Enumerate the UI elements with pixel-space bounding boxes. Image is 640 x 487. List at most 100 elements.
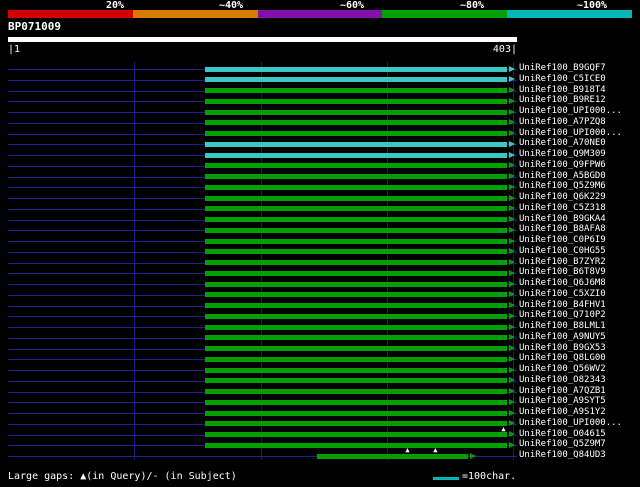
hit-arrow-icon <box>508 76 515 83</box>
hit-arrow-icon <box>508 420 515 427</box>
hit-label[interactable]: UniRef100_A7QZB1 <box>519 386 606 396</box>
hit-label[interactable]: UniRef100_A7PZQ8 <box>519 117 606 127</box>
hit-bar[interactable] <box>205 120 507 126</box>
hit-label[interactable]: UniRef100_B9GX53 <box>519 343 606 353</box>
hit-arrow-icon <box>508 248 515 255</box>
hit-bar[interactable] <box>205 249 507 255</box>
alignment-overview-screen: BP071009 |1 403| ▲ ▲ ▲ UniRef100_B9GQF7 Uni… <box>0 0 640 487</box>
hit-bar[interactable] <box>205 313 507 319</box>
hit-bar[interactable] <box>205 442 507 448</box>
hit-label[interactable]: UniRef100_Q710P2 <box>519 311 606 320</box>
hit-arrow-icon <box>508 431 515 437</box>
hit-label[interactable]: UniRef100_UPI000... <box>519 107 622 116</box>
hit-label[interactable]: UniRef100_C0P6I9 <box>519 236 606 245</box>
hit-labels: UniRef100_B9GQF7 UniRef100_C5ICE0 UniRef10… <box>519 62 639 464</box>
query-end-tick: 403| <box>492 44 517 55</box>
hit-bar[interactable] <box>205 432 507 437</box>
hit-bar[interactable] <box>205 389 507 394</box>
hit-label[interactable]: UniRef100_A9NUY5 <box>519 332 606 342</box>
scalebar-percent-label: ~100% <box>576 0 608 11</box>
hit-bar[interactable] <box>205 410 507 416</box>
hit-bar[interactable] <box>205 77 507 83</box>
hit-label[interactable]: UniRef100_A70NE0 <box>519 139 606 148</box>
hit-label[interactable]: UniRef100_B9RE12 <box>519 96 606 105</box>
hit-bar[interactable] <box>205 206 507 212</box>
hit-arrow-icon <box>508 280 515 287</box>
hit-label[interactable]: UniRef100_C5Z318 <box>519 203 606 213</box>
hit-bar[interactable] <box>205 270 507 276</box>
hit-bar[interactable] <box>205 131 507 136</box>
hit-label[interactable]: UniRef100_C0HG55 <box>519 246 606 256</box>
hit-label[interactable]: UniRef100_A5BGD0 <box>519 171 606 181</box>
hit-label[interactable]: UniRef100_B918T4 <box>519 85 606 95</box>
hit-bar[interactable] <box>205 163 507 169</box>
hit-label[interactable]: UniRef100_Q9FPW6 <box>519 160 606 170</box>
query-bar <box>8 37 517 42</box>
hit-label[interactable]: UniRef100_O04615 <box>519 429 606 439</box>
hit-bar[interactable] <box>205 399 507 405</box>
hit-label[interactable]: UniRef100_B6T8V9 <box>519 268 606 277</box>
hit-arrow-icon <box>508 291 515 298</box>
hit-bar[interactable] <box>317 453 468 459</box>
hit-arrow-icon <box>508 398 515 405</box>
hit-arrow-icon <box>508 409 515 416</box>
hit-bar[interactable] <box>205 260 507 265</box>
hit-label[interactable]: UniRef100_O82343 <box>519 375 606 385</box>
hit-bar[interactable] <box>205 195 507 201</box>
hit-bar[interactable] <box>205 174 507 179</box>
hit-arrow-icon <box>508 334 515 341</box>
hit-bar[interactable] <box>205 227 507 233</box>
hit-label[interactable]: UniRef100_B7ZYR2 <box>519 257 606 267</box>
hit-bar[interactable] <box>205 66 507 72</box>
hit-arrow-icon <box>508 130 515 136</box>
hit-label[interactable]: UniRef100_Q5Z9M6 <box>519 182 606 191</box>
hit-label[interactable]: UniRef100_B4FHV1 <box>519 300 606 310</box>
hit-label[interactable]: UniRef100_UPI000... <box>519 418 622 428</box>
hit-bar[interactable] <box>205 324 507 330</box>
hit-bar[interactable] <box>205 303 507 308</box>
scale-line-icon <box>433 477 459 480</box>
hit-label[interactable]: UniRef100_Q84UD3 <box>519 451 606 460</box>
hit-bar[interactable] <box>205 281 507 287</box>
hit-label[interactable]: UniRef100_B9GQF7 <box>519 64 606 73</box>
hit-arrow-icon <box>469 452 476 459</box>
hit-label[interactable]: UniRef100_A9S1Y2 <box>519 408 606 417</box>
query-name: BP071009 <box>8 20 61 33</box>
scalebar-percent-label: ~40% <box>218 0 244 11</box>
hit-label[interactable]: UniRef100_Q6K229 <box>519 193 606 202</box>
hit-bar[interactable] <box>205 141 507 147</box>
gap-marker-icon: ▲ <box>501 424 506 433</box>
hit-bar[interactable] <box>205 88 507 93</box>
hit-label[interactable]: UniRef100_Q6J6M8 <box>519 279 606 288</box>
hit-label[interactable]: UniRef100_Q5Z9M7 <box>519 440 606 449</box>
hit-arrow-icon <box>508 441 515 448</box>
hit-label[interactable]: UniRef100_Q8LG00 <box>519 354 606 363</box>
hit-bar[interactable] <box>205 367 507 373</box>
hit-label[interactable]: UniRef100_UPI000... <box>519 128 622 138</box>
hit-bar[interactable] <box>205 378 507 384</box>
large-gaps-legend: Large gaps: ▲(in Query)/- (in Subject) <box>8 471 237 482</box>
hit-bar[interactable] <box>205 217 507 222</box>
scalebar-percent-label: 20% <box>105 0 125 11</box>
hit-bar[interactable] <box>205 346 507 351</box>
hit-bar[interactable] <box>205 335 507 341</box>
hit-bar[interactable] <box>205 152 507 158</box>
hit-label[interactable]: UniRef100_C5XZI0 <box>519 289 606 299</box>
hit-bar[interactable] <box>205 184 507 190</box>
hit-bar[interactable] <box>205 292 507 298</box>
hit-bar[interactable] <box>205 98 507 104</box>
hit-bar[interactable] <box>205 356 507 362</box>
plot-area: ▲ ▲ ▲ <box>8 62 518 464</box>
hit-bar[interactable] <box>205 109 507 115</box>
scalebar-segment <box>8 10 133 18</box>
hit-label[interactable]: UniRef100_C5ICE0 <box>519 74 606 84</box>
hit-label[interactable]: UniRef100_A9SYT5 <box>519 397 606 406</box>
hit-label[interactable]: UniRef100_B8AFA8 <box>519 225 606 234</box>
hit-bar[interactable] <box>205 238 507 244</box>
hit-label[interactable]: UniRef100_B8LML1 <box>519 322 606 331</box>
hit-arrow-icon <box>508 140 515 147</box>
hit-label[interactable]: UniRef100_Q56WV2 <box>519 365 606 374</box>
hit-bar[interactable] <box>205 421 507 427</box>
hit-label[interactable]: UniRef100_Q9M309 <box>519 150 606 159</box>
hit-label[interactable]: UniRef100_B9GKA4 <box>519 214 606 224</box>
